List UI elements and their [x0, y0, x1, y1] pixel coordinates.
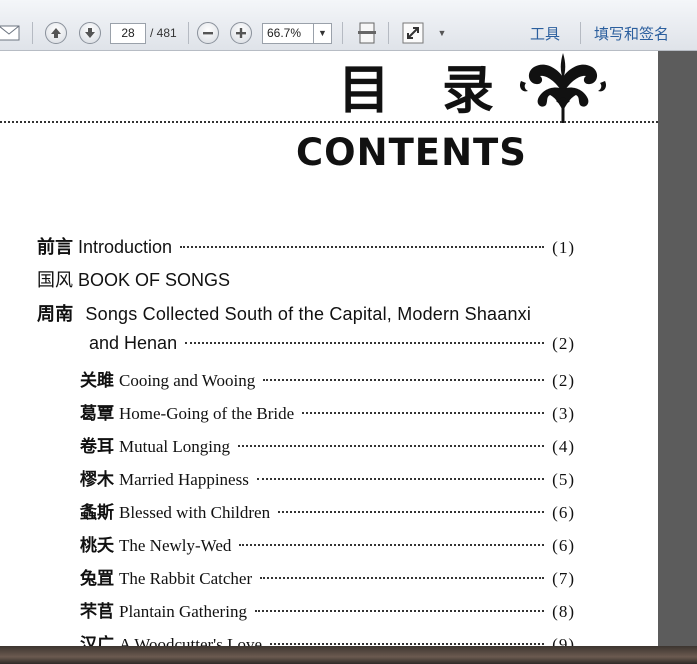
toc-entry[interactable]: 葛覃 Home-Going of the Bride (3) — [80, 399, 575, 424]
toc-page-number: (9) — [552, 635, 575, 646]
toc-page-number: (6) — [552, 503, 575, 522]
tools-label: 工具 — [530, 24, 561, 43]
arrow-up-icon — [45, 22, 67, 44]
document-margin — [658, 51, 697, 646]
toc-section-heading[interactable]: 国风 BOOK OF SONGS — [37, 266, 575, 292]
toc-entry-label: and Henan — [89, 333, 178, 353]
page-fit-icon — [358, 22, 376, 44]
toc-page-number: (5) — [552, 470, 575, 489]
total-pages: / 481 — [150, 19, 177, 47]
leader-dots — [278, 511, 545, 513]
leader-dots — [302, 412, 545, 414]
envelope-icon — [0, 25, 20, 41]
toc-entry[interactable]: 卷耳 Mutual Longing (4) — [80, 432, 575, 457]
zoom-value: 66.7% — [267, 26, 302, 40]
toc-page-number: (2) — [552, 334, 575, 353]
toc-entry[interactable]: 关雎 Cooing and Wooing (2) — [80, 366, 575, 391]
zoom-select[interactable]: 66.7% ▼ — [262, 19, 332, 47]
chevron-down-icon[interactable]: ▼ — [313, 23, 331, 43]
previous-page-button[interactable] — [44, 19, 68, 47]
toc-entry[interactable]: and Henan (2) — [89, 333, 575, 354]
toc-entry-label: 兔罝 The Rabbit Catcher — [80, 569, 253, 589]
toc-page-number: (8) — [552, 602, 575, 621]
leader-dots — [237, 445, 545, 447]
separator — [342, 22, 343, 44]
leader-dots — [270, 643, 545, 645]
dotted-divider — [0, 121, 658, 123]
toc-entry[interactable]: 兔罝 The Rabbit Catcher (7) — [80, 564, 575, 589]
toc-entry[interactable]: 芣苢 Plantain Gathering (8) — [80, 597, 575, 622]
toc-entry-label: 卷耳 Mutual Longing — [80, 437, 230, 457]
separator — [32, 22, 33, 44]
toc-entry-label: 螽斯 Blessed with Children — [80, 503, 271, 523]
fit-page-button[interactable] — [354, 19, 380, 47]
toolbar: 28 / 481 66.7% ▼ ▼ 工具 填写和签名 — [0, 0, 697, 51]
separator — [580, 22, 581, 44]
toc-entry-label: 桃夭 The Newly-Wed — [80, 536, 232, 556]
desktop-background — [0, 646, 697, 664]
toc-entry-label: 前言 Introduction — [37, 237, 173, 258]
fleuron-ornament-icon — [519, 53, 607, 123]
leader-dots — [256, 478, 545, 480]
toc-entry[interactable]: 汉广 A Woodcutter's Love (9) — [80, 630, 575, 646]
toc-subsection-heading[interactable]: 周南 Songs Collected South of the Capital, … — [37, 300, 575, 326]
toc-entry[interactable]: 桃夭 The Newly-Wed (6) — [80, 531, 575, 556]
minus-icon — [197, 22, 219, 44]
arrow-down-icon — [79, 22, 101, 44]
contents-title-en: CONTENTS — [296, 131, 527, 174]
contents-title-cn: 目录 — [338, 60, 547, 121]
document-page: 目录 CONTENTS 前言 Introduction (1) 国风 BOOK OF… — [0, 51, 658, 646]
email-button[interactable] — [0, 19, 22, 47]
current-page-input[interactable]: 28 — [110, 22, 146, 44]
toc-entry[interactable]: 前言 Introduction (1) — [37, 233, 575, 259]
zoom-out-button[interactable] — [196, 19, 220, 47]
dropdown-arrow-icon: ▼ — [437, 28, 447, 38]
leader-dots — [180, 246, 545, 248]
fill-and-sign-label: 填写和签名 — [594, 24, 670, 43]
page-number-field[interactable]: 28 — [110, 19, 146, 47]
toc-entry[interactable]: 螽斯 Blessed with Children (6) — [80, 498, 575, 523]
toc-entry-label: 樛木 Married Happiness — [80, 470, 249, 490]
toc-entry-label: 汉广 A Woodcutter's Love — [80, 635, 263, 646]
toc-entry-label: 关雎 Cooing and Wooing — [80, 371, 256, 391]
full-screen-button[interactable] — [400, 19, 426, 47]
toolbar-options-button[interactable]: ▼ — [436, 19, 448, 47]
leader-dots — [254, 610, 545, 612]
toc-entry[interactable]: 樛木 Married Happiness (5) — [80, 465, 575, 490]
toc-page-number: (7) — [552, 569, 575, 588]
plus-icon — [230, 22, 252, 44]
expand-icon — [402, 22, 424, 44]
zoom-in-button[interactable] — [229, 19, 253, 47]
total-pages-label: / 481 — [150, 26, 177, 40]
toc-entry-label: 芣苢 Plantain Gathering — [80, 602, 247, 622]
leader-dots — [239, 544, 545, 546]
leader-dots — [185, 342, 545, 344]
toc-entry-label: 国风 BOOK OF SONGS — [37, 270, 231, 291]
leader-dots — [260, 577, 545, 579]
toc-page-number: (3) — [552, 404, 575, 423]
zoom-field[interactable]: 66.7% ▼ — [262, 22, 332, 44]
fill-and-sign-button[interactable]: 填写和签名 — [594, 19, 669, 47]
toc-entry-label: 葛覃 Home-Going of the Bride — [80, 404, 295, 424]
separator — [388, 22, 389, 44]
leader-dots — [263, 379, 545, 381]
tools-button[interactable]: 工具 — [530, 19, 560, 47]
separator — [188, 22, 189, 44]
toc-entry-label: 周南 Songs Collected South of the Capital, … — [37, 304, 532, 325]
toc-page-number: (2) — [552, 371, 575, 390]
toc-page-number: (6) — [552, 536, 575, 555]
next-page-button[interactable] — [78, 19, 102, 47]
toc-page-number: (1) — [552, 238, 575, 257]
toc-page-number: (4) — [552, 437, 575, 456]
